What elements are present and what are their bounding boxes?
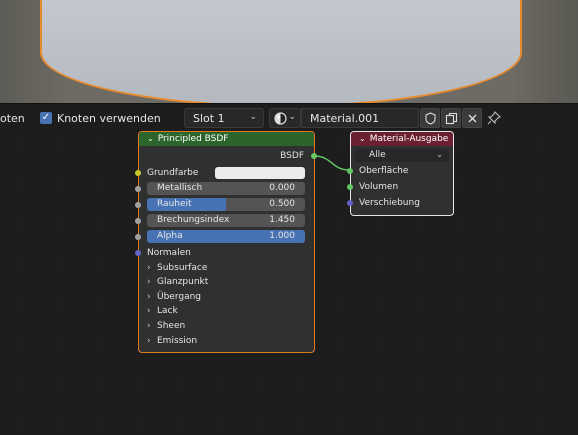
metallic-slider[interactable]: Metallisch 0.000 <box>147 182 305 195</box>
normal-socket[interactable] <box>135 250 141 256</box>
metallic-label: Metallisch <box>157 183 203 193</box>
chevron-right-icon: › <box>147 306 151 316</box>
base-color-socket[interactable] <box>135 170 141 176</box>
header-menu-label[interactable]: oten <box>0 112 25 125</box>
base-color-swatch[interactable] <box>215 167 305 179</box>
chevron-down-icon: ⌄ <box>249 112 257 122</box>
normal-label: Normalen <box>147 248 191 258</box>
duplicate-material-button[interactable] <box>441 108 461 128</box>
use-nodes-checkbox[interactable]: ✓ <box>40 112 52 124</box>
bsdf-node-title: Principled BSDF <box>157 134 229 144</box>
roughness-socket[interactable] <box>135 202 141 208</box>
material-browse-button[interactable]: ⌄ <box>269 108 301 128</box>
material-output-node[interactable]: ⌄ Material-Ausgabe Alle ⌄ Oberfläche Volu… <box>350 131 454 216</box>
ior-socket[interactable] <box>135 218 141 224</box>
ior-field[interactable]: Brechungsindex 1.450 <box>147 214 305 227</box>
panel-label: Glanzpunkt <box>157 277 209 287</box>
panel-coat[interactable]: › Lack <box>147 306 178 316</box>
roughness-value: 0.500 <box>269 199 295 209</box>
chevron-down-icon: ⌄ <box>436 150 443 159</box>
ior-label: Brechungsindex <box>157 215 230 225</box>
panel-emission[interactable]: › Emission <box>147 336 197 346</box>
alpha-value: 1.000 <box>269 231 295 241</box>
bsdf-output-label: BSDF <box>280 151 304 161</box>
panel-label: Subsurface <box>157 263 208 273</box>
check-icon: ✓ <box>41 112 51 123</box>
panel-transmission[interactable]: › Übergang <box>147 292 201 302</box>
chevron-right-icon: › <box>147 277 151 287</box>
panel-sheen[interactable]: › Sheen <box>147 321 185 331</box>
material-name-field[interactable]: Material.001 <box>301 108 419 128</box>
sphere-icon <box>274 112 287 128</box>
panel-label: Lack <box>157 306 178 316</box>
panel-label: Sheen <box>157 321 186 331</box>
panel-label: Übergang <box>157 292 202 302</box>
surface-socket[interactable] <box>347 168 353 174</box>
pin-icon <box>486 111 502 129</box>
pin-button[interactable] <box>486 110 504 128</box>
chevron-right-icon: › <box>147 263 151 273</box>
principled-bsdf-node[interactable]: ⌄ Principled BSDF BSDF Grundfarbe Metalli… <box>138 131 315 353</box>
bsdf-node-header[interactable]: ⌄ Principled BSDF <box>139 132 314 146</box>
fake-user-button[interactable] <box>420 108 440 128</box>
panel-subsurface[interactable]: › Subsurface <box>147 263 207 273</box>
node-editor-header: oten ✓ Knoten verwenden Slot 1 ⌄ ⌄ Mater… <box>0 103 578 131</box>
node-editor-canvas[interactable]: ⌄ Principled BSDF BSDF Grundfarbe Metalli… <box>0 131 578 435</box>
chevron-down-icon: ⌄ <box>288 112 296 122</box>
use-nodes-label[interactable]: Knoten verwenden <box>57 112 161 125</box>
output-node-title: Material-Ausgabe <box>369 134 449 144</box>
chevron-down-icon[interactable]: ⌄ <box>147 132 154 146</box>
ior-value: 1.450 <box>269 215 295 225</box>
chevron-right-icon: › <box>147 292 151 302</box>
unlink-material-button[interactable] <box>462 108 482 128</box>
metallic-value: 0.000 <box>269 183 295 193</box>
3d-viewport[interactable] <box>0 0 578 103</box>
roughness-label: Rauheit <box>157 199 192 209</box>
base-color-label: Grundfarbe <box>147 168 199 178</box>
surface-label: Oberfläche <box>359 166 409 176</box>
chevron-right-icon: › <box>147 336 151 346</box>
alpha-slider[interactable]: Alpha 1.000 <box>147 230 305 243</box>
output-target-dropdown[interactable]: Alle ⌄ <box>355 149 449 162</box>
selected-cylinder-object[interactable] <box>40 0 522 103</box>
material-name: Material.001 <box>310 112 380 125</box>
slot-dropdown[interactable]: Slot 1 ⌄ <box>184 108 264 128</box>
roughness-slider[interactable]: Rauheit 0.500 <box>147 198 305 211</box>
displacement-socket[interactable] <box>347 200 353 206</box>
output-node-header[interactable]: ⌄ Material-Ausgabe <box>351 132 453 146</box>
displacement-label: Verschiebung <box>359 198 420 208</box>
panel-label: Emission <box>157 336 198 346</box>
chevron-down-icon[interactable]: ⌄ <box>359 132 366 146</box>
slot-value: Slot 1 <box>193 112 225 125</box>
volume-socket[interactable] <box>347 184 353 190</box>
volume-label: Volumen <box>359 182 399 192</box>
chevron-right-icon: › <box>147 321 151 331</box>
bsdf-output-socket[interactable] <box>311 153 317 159</box>
metallic-socket[interactable] <box>135 186 141 192</box>
output-target-value: Alle <box>369 150 386 160</box>
alpha-socket[interactable] <box>135 234 141 240</box>
panel-specular[interactable]: › Glanzpunkt <box>147 277 208 287</box>
alpha-label: Alpha <box>157 231 183 241</box>
